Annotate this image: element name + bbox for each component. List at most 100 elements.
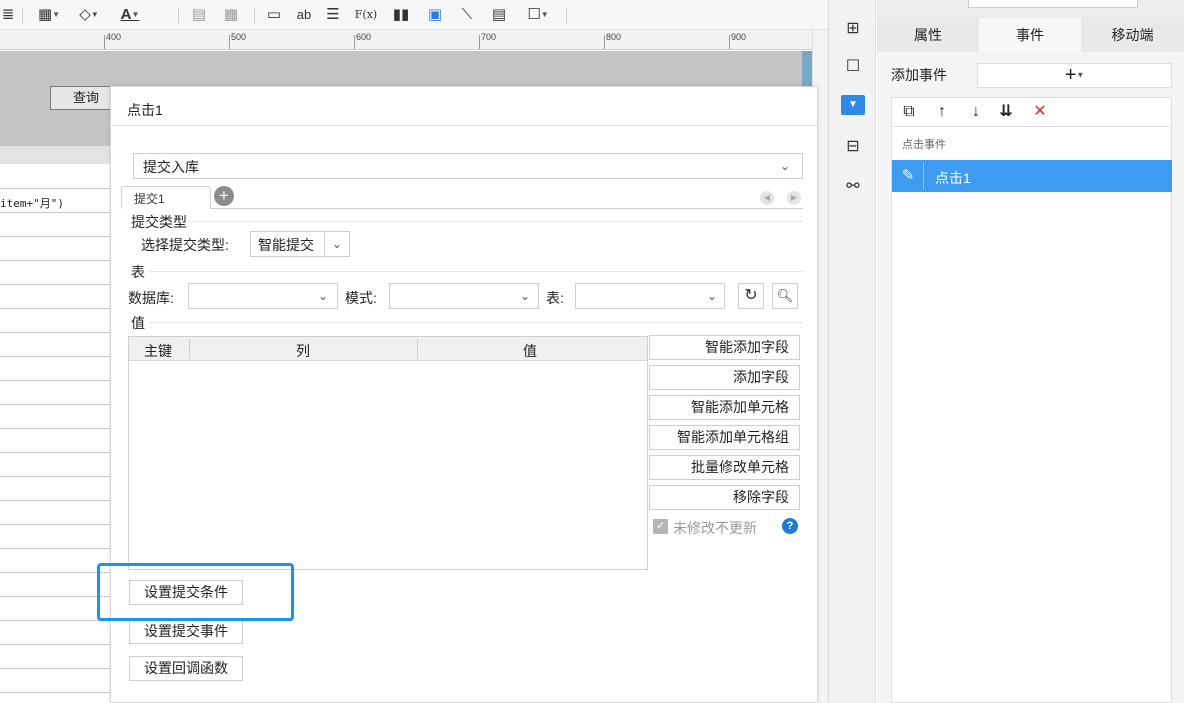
sheet-row-line	[0, 548, 110, 549]
tab-prev-icon[interactable]: ◀	[760, 191, 774, 205]
move-down-icon[interactable]: ↓	[966, 101, 986, 123]
frame-icon[interactable]: ☐▼	[518, 5, 558, 25]
sheet-row-line	[0, 476, 110, 477]
copy-icon[interactable]: ⧉	[899, 101, 919, 123]
ruler-label: 400	[106, 32, 122, 42]
edit-icon[interactable]: ✎	[898, 166, 918, 186]
move-bottom-icon[interactable]: ⇊	[996, 101, 1016, 123]
event-item-label: 点击1	[935, 170, 971, 186]
tab-next-icon[interactable]: ▶	[787, 191, 801, 205]
condition-attribute-icon[interactable]: ⊟	[840, 136, 866, 158]
add-tab-icon[interactable]: +	[214, 186, 234, 206]
ruler-label: 900	[731, 32, 747, 42]
line-icon[interactable]: ⟍	[456, 5, 478, 25]
refresh-icon[interactable]: ↻	[738, 283, 764, 309]
set-callback-function-button[interactable]: 设置回调函数	[129, 656, 243, 681]
event-list-header: 点击事件	[902, 139, 946, 151]
chevron-down-icon[interactable]: ⌄	[516, 284, 534, 308]
list-icon[interactable]: ≣	[0, 5, 16, 25]
ruler-label: 800	[606, 32, 622, 42]
remove-field-button[interactable]: 移除字段	[649, 485, 800, 510]
add-field-button[interactable]: 添加字段	[649, 365, 800, 390]
sheet-row-line	[0, 644, 110, 645]
add-event-label: 添加事件	[891, 67, 947, 83]
move-up-icon[interactable]: ↑	[932, 101, 952, 123]
event-list	[891, 127, 1172, 703]
bar-chart-icon[interactable]: ▮▮	[390, 5, 412, 25]
tab-events[interactable]: 事件	[979, 18, 1081, 52]
submit-type-value: 智能提交	[258, 237, 314, 253]
ruler-tick	[229, 35, 230, 49]
table-header	[129, 337, 647, 361]
operation-select-value: 提交入库	[143, 159, 199, 175]
set-submit-event-button[interactable]: 设置提交事件	[129, 619, 243, 644]
page-icon[interactable]: ▤	[488, 5, 510, 25]
chevron-down-icon[interactable]: ⌄	[776, 154, 794, 178]
operation-select[interactable]	[133, 153, 803, 179]
tab-mobile[interactable]: 移动端	[1081, 18, 1184, 52]
dialog-title: 点击1	[127, 102, 163, 118]
column-header-primary-key[interactable]: 主键	[144, 341, 172, 361]
table-icon[interactable]: ▤	[188, 5, 210, 25]
label-icon[interactable]: ab	[292, 5, 316, 25]
ruler-label: 700	[481, 32, 497, 42]
border-icon[interactable]: ▦▼	[32, 5, 66, 25]
sheet-row-line	[0, 356, 110, 357]
field-mapping-table[interactable]	[128, 336, 648, 570]
add-event-button[interactable]: +▼	[977, 63, 1172, 88]
help-icon[interactable]: ?	[782, 518, 798, 534]
sheet-row-line	[0, 620, 110, 621]
formula-icon[interactable]: F(x)	[352, 5, 380, 25]
ruler-tick	[479, 35, 480, 49]
chevron-down-icon[interactable]: ⌄	[327, 232, 347, 256]
event-list-item-selected[interactable]	[892, 160, 1172, 192]
cell-element-icon[interactable]: ☐	[840, 56, 866, 78]
chevron-down-icon: ▼	[1076, 70, 1085, 80]
image-icon[interactable]: ▣	[424, 5, 446, 25]
sheet-row-line	[0, 596, 110, 597]
ruler-label: 600	[356, 32, 372, 42]
section-divider	[131, 271, 803, 272]
sheet-row-line	[0, 500, 110, 501]
chevron-down-icon[interactable]: ⌄	[703, 284, 721, 308]
tab-submit-1[interactable]: 提交1	[121, 186, 211, 209]
section-value: 值	[131, 313, 149, 333]
section-divider	[131, 221, 803, 222]
chevron-down-icon[interactable]: ⌄	[314, 284, 332, 308]
component-settings-icon[interactable]: ⊞	[840, 18, 866, 40]
no-update-label: 未修改不更新	[673, 520, 757, 536]
table-label: 表:	[546, 290, 564, 306]
delete-icon[interactable]: ✕	[1030, 101, 1050, 123]
textfield-icon[interactable]: ▭	[262, 5, 286, 25]
smart-add-field-button[interactable]: 智能添加字段	[649, 335, 800, 360]
column-header-value[interactable]: 值	[523, 341, 537, 361]
preview-table-icon[interactable]: 🔍︎	[772, 283, 798, 309]
sheet-row-line	[0, 524, 110, 525]
column-separator	[189, 339, 190, 359]
spreadsheet-area[interactable]	[0, 164, 110, 703]
hyperlink-icon[interactable]: ⚯	[840, 176, 866, 198]
font-color-icon[interactable]: A▼	[112, 5, 148, 25]
no-update-checkbox[interactable]: ✓	[653, 519, 668, 534]
grid-icon[interactable]: ▦	[220, 5, 242, 25]
widget-settings-icon[interactable]: ▼	[840, 94, 866, 116]
column-header-column[interactable]: 列	[296, 341, 310, 361]
sheet-row-line	[0, 260, 110, 261]
smart-add-cell-group-button[interactable]: 智能添加单元格组	[649, 425, 800, 450]
toolbar-separator	[178, 7, 179, 23]
ruler: 400 500 600 700 800 900	[0, 30, 812, 50]
batch-modify-cells-button[interactable]: 批量修改单元格	[649, 455, 800, 480]
fill-color-icon[interactable]: ◇▼	[72, 5, 106, 25]
event-action-bar: ⧉ ↑ ↓ ⇊ ✕	[891, 97, 1172, 127]
ruler-tick	[729, 35, 730, 49]
right-panel-top-field[interactable]	[968, 0, 1138, 8]
sheet-row-line	[0, 668, 110, 669]
section-divider	[131, 322, 803, 323]
smart-add-cell-button[interactable]: 智能添加单元格	[649, 395, 800, 420]
align-icon[interactable]: ☰	[322, 5, 344, 25]
schema-label: 模式:	[345, 290, 377, 306]
sheet-row-line	[0, 308, 110, 309]
dialog-title-divider	[111, 125, 817, 126]
toolbar-separator	[22, 7, 23, 23]
tab-properties[interactable]: 属性	[877, 18, 979, 52]
